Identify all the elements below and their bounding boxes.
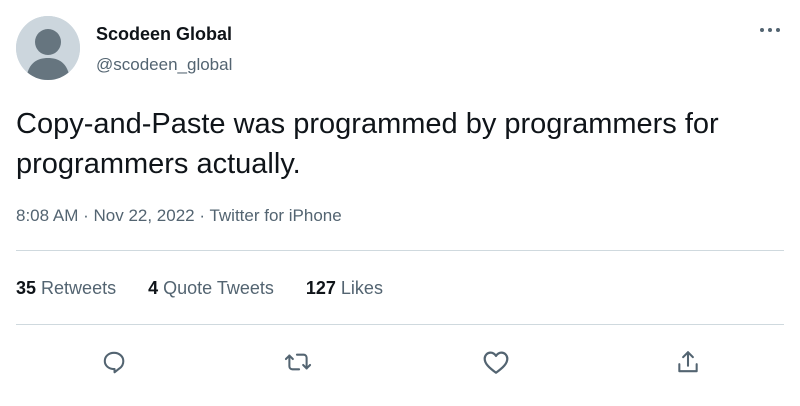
like-button[interactable]: [478, 344, 514, 380]
tweet-source[interactable]: Twitter for iPhone: [209, 206, 341, 225]
meta-separator: ·: [194, 206, 210, 225]
tweet-text: Copy-and-Paste was programmed by program…: [16, 108, 719, 180]
tweet-date[interactable]: Nov 22, 2022: [93, 206, 194, 225]
likes-label: Likes: [340, 278, 383, 298]
author-handle[interactable]: @scodeen_global: [96, 55, 232, 75]
divider-top: [16, 250, 784, 251]
share-icon: [678, 351, 698, 373]
reply-icon: [103, 351, 125, 374]
divider-bottom: [16, 324, 784, 325]
author-display-name[interactable]: Scodeen Global: [96, 24, 232, 45]
avatar[interactable]: [16, 16, 80, 80]
quote-tweets-count: 4: [148, 278, 159, 298]
more-options-button[interactable]: [752, 18, 788, 42]
tweet-meta: 8:08 AM · Nov 22, 2022 · Twitter for iPh…: [16, 206, 342, 226]
reply-button[interactable]: [96, 344, 132, 380]
more-horizontal-icon: [760, 28, 780, 32]
quote-tweets-stat[interactable]: 4 Quote Tweets: [148, 278, 274, 299]
quote-tweets-label: Quote Tweets: [163, 278, 274, 298]
meta-separator: ·: [78, 206, 94, 225]
engagement-stats: 35 Retweets 4 Quote Tweets 127 Likes: [16, 278, 415, 299]
default-avatar-icon: [16, 16, 80, 80]
retweet-icon: [284, 353, 312, 371]
retweets-stat[interactable]: 35 Retweets: [16, 278, 116, 299]
likes-count: 127: [305, 278, 336, 298]
likes-stat[interactable]: 127 Likes: [306, 278, 383, 299]
action-bar: [0, 336, 800, 386]
tweet-time[interactable]: 8:08 AM: [16, 206, 78, 225]
retweets-count: 35: [16, 278, 37, 298]
heart-icon: [483, 351, 509, 374]
retweet-button[interactable]: [280, 344, 316, 380]
retweets-label: Retweets: [41, 278, 117, 298]
share-button[interactable]: [670, 344, 706, 380]
